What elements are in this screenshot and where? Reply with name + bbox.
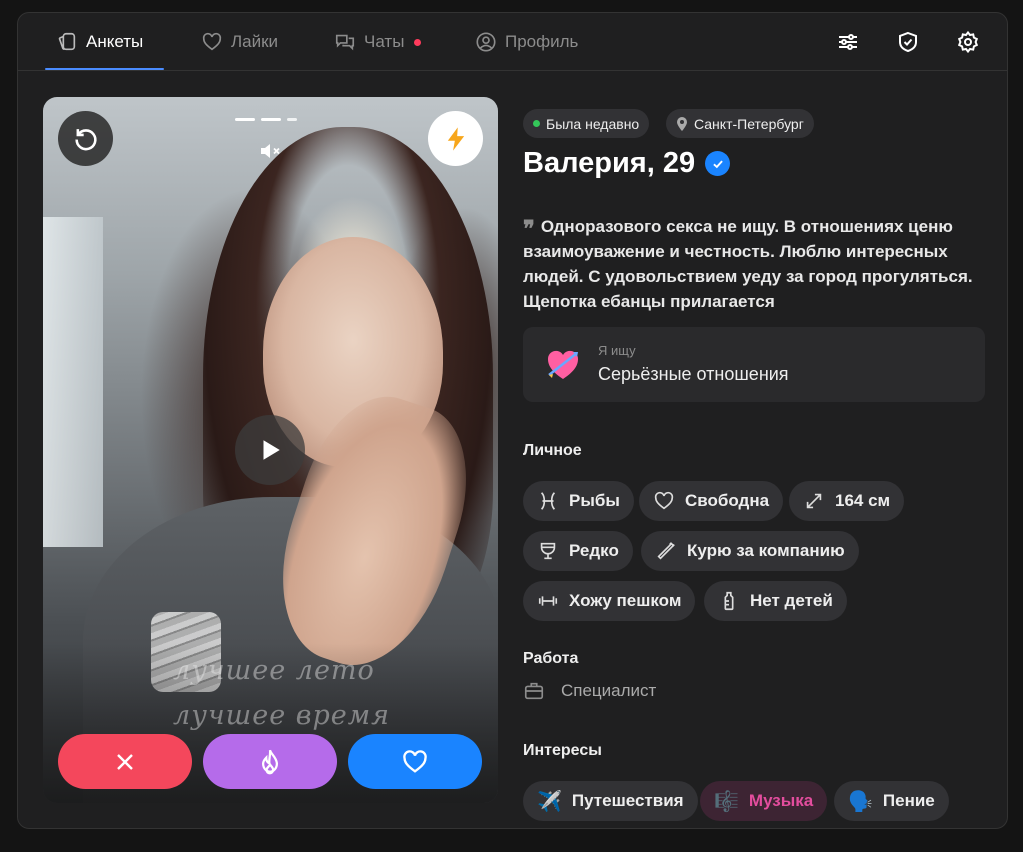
dumbbell-icon [538,596,558,606]
cards-icon [56,31,78,53]
glass-icon [540,542,556,560]
chip-relationship-label: Свободна [685,491,770,510]
work-text: Специалист [561,681,657,700]
section-personal-title: Личное [523,442,582,459]
filters-button[interactable] [835,29,861,55]
story-segment [261,118,281,121]
chip-kids: Нет детей [704,581,847,621]
height-icon [806,493,822,509]
active-tab-indicator [45,68,164,70]
city-text: Санкт-Петербург [694,115,804,132]
story-segment [235,118,255,121]
chip-music-label: Музыка [748,791,814,810]
shield-icon [899,31,917,53]
pisces-icon [540,492,556,510]
bio-text: Одноразового секса не ищу. В отношениях … [523,217,973,311]
filters-icon [839,34,857,50]
goal-label: Я ищу [598,343,636,358]
singing-icon: 🗣️ [848,790,873,813]
cigarette-icon [657,542,675,560]
top-navigation: Анкеты Лайки Чаты Профиль [18,13,1007,71]
relationship-goal-card: Я ищу Серьёзные отношения [523,327,985,402]
profile-media[interactable]: лучшее лето лучшее время [43,97,498,803]
chip-smoking-label: Курю за компанию [687,541,845,560]
photo-bg-window [43,217,103,547]
dislike-button[interactable] [58,734,192,789]
airplane-icon: ✈️ [537,790,562,813]
video-caption-2: лучшее время [173,700,391,731]
undo-icon [74,128,97,150]
profile-name: Валерия, 29 [523,147,696,179]
boost-button[interactable] [428,111,483,166]
profile-icon [475,31,497,53]
rewind-button[interactable] [58,111,113,166]
like-button[interactable] [348,734,482,789]
chip-interest-travel[interactable]: ✈️ Путешествия [523,781,698,821]
chip-zodiac-label: Рыбы [569,491,620,510]
section-interests-title: Интересы [523,742,602,759]
chip-sport-label: Хожу пешком [569,591,682,610]
tab-profile-label: Профиль [505,32,579,51]
close-icon [117,753,133,770]
heart-icon [201,31,223,53]
chat-icon [334,31,356,53]
name-row: Валерия, 29 [523,147,731,180]
verified-icon [705,151,731,176]
chip-interest-music[interactable]: 🎼 Музыка [700,781,828,821]
chip-interest-singing[interactable]: 🗣️ Пение [834,781,949,821]
baby-bottle-icon [724,591,734,611]
unread-indicator [414,38,422,46]
tab-profile[interactable]: Профиль [475,13,578,71]
chip-kids-label: Нет детей [750,591,833,610]
status-text: Была недавно [546,115,640,132]
music-icon: 🎼 [714,790,739,813]
work-row: Специалист [523,680,656,702]
tab-profiles[interactable]: Анкеты [56,13,143,71]
gear-icon [957,30,979,54]
chip-height-label: 164 см [835,491,891,510]
lightning-icon [447,126,464,151]
tab-chats-label: Чаты [364,32,405,51]
profile-bio: ❞ Одноразового секса не ищу. В отношениях… [523,213,991,314]
settings-button[interactable] [955,29,981,55]
safety-button[interactable] [895,29,921,55]
stories-progress [235,118,297,121]
mute-icon[interactable] [259,141,283,161]
tab-chats[interactable]: Чаты [334,13,422,71]
flame-icon [261,749,279,774]
chip-alcohol: Редко [523,531,633,571]
location-pin-icon [677,116,687,131]
city-badge: Санкт-Петербург [666,109,814,138]
section-work-title: Работа [523,650,579,667]
heart-icon [403,749,427,773]
chip-relationship-status: Свободна [639,481,784,521]
goal-value: Серьёзные отношения [598,364,789,384]
chip-singing-label: Пение [882,791,935,810]
chip-travel-label: Путешествия [571,791,684,810]
tab-likes[interactable]: Лайки [201,13,278,71]
online-dot [533,120,540,127]
briefcase-icon [524,682,544,700]
quote-icon: ❞ [523,216,535,242]
tab-profiles-label: Анкеты [86,32,144,51]
heart-arrow-icon [547,350,579,379]
chip-sport: Хожу пешком [523,581,696,621]
chip-smoking: Курю за компанию [641,531,859,571]
play-button[interactable] [235,415,305,485]
chip-zodiac: Рыбы [523,481,634,521]
app-window: Анкеты Лайки Чаты Профиль лучшее лето лу… [17,12,1008,829]
super-like-button[interactable] [203,734,337,789]
video-caption-1: лучшее лето [173,655,375,686]
tab-likes-label: Лайки [231,32,279,51]
story-segment [287,118,297,121]
play-icon [263,440,280,460]
status-badge: Была недавно [523,109,650,138]
chip-alcohol-label: Редко [569,541,619,560]
heart-outline-icon [654,491,674,510]
chip-height: 164 см [789,481,905,521]
